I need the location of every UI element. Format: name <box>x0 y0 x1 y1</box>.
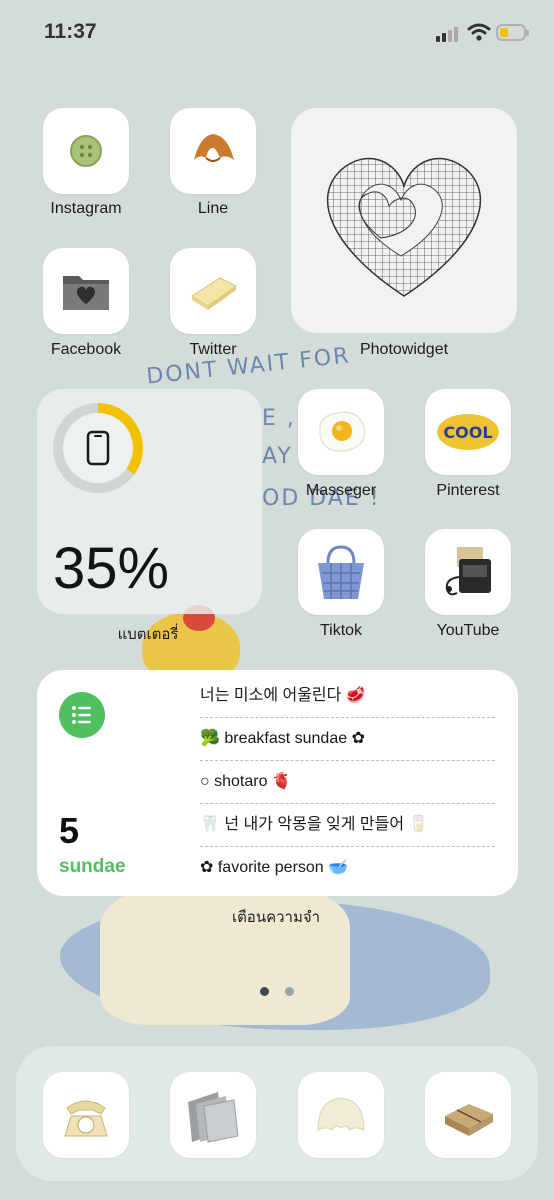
app-label-tiktok: Tiktok <box>319 622 363 639</box>
reminders-widget-label: เตือนความจำ <box>231 909 321 926</box>
reminder-item[interactable]: ✿ favorite person 🥣 <box>200 847 495 889</box>
app-pinterest[interactable]: COOL <box>425 389 511 475</box>
folder-heart-icon <box>63 276 109 310</box>
cassette-player-icon <box>445 547 491 596</box>
app-label-facebook: Facebook <box>50 341 122 358</box>
shell-icon <box>317 1097 365 1131</box>
reminders-count: 5 <box>59 810 80 851</box>
page-dot-active[interactable] <box>260 987 269 996</box>
file-folders-icon <box>188 1092 239 1143</box>
app-tiktok[interactable] <box>298 529 384 615</box>
wifi-icon <box>467 23 491 41</box>
cool-badge-icon: COOL <box>437 414 499 450</box>
butter-icon <box>191 277 237 310</box>
croissant-icon <box>194 134 234 162</box>
app-label-twitter: Twitter <box>189 341 237 358</box>
dock-app-parcel[interactable] <box>425 1072 511 1158</box>
dock-app-phone[interactable] <box>43 1072 129 1158</box>
app-twitter[interactable] <box>170 248 256 334</box>
status-time: 11:37 <box>44 20 97 43</box>
list-icon <box>59 692 105 738</box>
app-instagram[interactable] <box>43 108 129 194</box>
battery-percent: 35% <box>53 536 170 601</box>
app-label-youtube: YouTube <box>436 622 500 639</box>
reminders-widget[interactable]: 5 sundae 너는 미소에 어울린다 🥩 🥦 breakfast sunda… <box>37 670 518 896</box>
reminder-item[interactable]: 🥦 breakfast sundae ✿ <box>200 718 495 761</box>
battery-progress-ring <box>53 403 143 493</box>
cool-badge-text: COOL <box>443 423 492 442</box>
app-youtube[interactable] <box>425 529 511 615</box>
wire-heart-icon <box>326 157 482 297</box>
reminder-item[interactable]: 🦷 넌 내가 악몽을 잊게 만들어 🥛 <box>200 804 495 847</box>
page-dot[interactable] <box>285 987 294 996</box>
telephone-icon <box>64 1100 108 1137</box>
battery-widget[interactable]: 35% <box>37 389 262 614</box>
reminders-list-name: sundae <box>59 856 126 877</box>
wallpaper-text-line2: E , <box>262 406 296 431</box>
app-label-pinterest: Pinterest <box>436 482 500 499</box>
basket-icon <box>318 545 364 599</box>
phone-icon <box>86 430 110 466</box>
cellular-signal-icon <box>436 26 460 42</box>
reminder-item[interactable]: ○ shotaro 🫀 <box>200 761 495 804</box>
app-masseger[interactable] <box>298 389 384 475</box>
dock-app-shell[interactable] <box>298 1072 384 1158</box>
app-facebook[interactable] <box>43 248 129 334</box>
app-line[interactable] <box>170 108 256 194</box>
dock-app-files[interactable] <box>170 1072 256 1158</box>
parcel-icon <box>445 1104 493 1136</box>
battery-indicator-icon <box>496 24 529 41</box>
app-label-line: Line <box>197 200 229 217</box>
app-label-photowidget: Photowidget <box>359 341 449 358</box>
button-icon <box>70 135 102 167</box>
fried-egg-icon <box>319 411 366 452</box>
app-label-masseger: Masseger <box>305 482 377 499</box>
battery-widget-label: แบตเตอรี่ <box>117 626 179 643</box>
app-label-instagram: Instagram <box>50 200 122 217</box>
reminder-item[interactable]: 너는 미소에 어울린다 🥩 <box>200 675 495 718</box>
photo-widget[interactable] <box>291 108 517 333</box>
